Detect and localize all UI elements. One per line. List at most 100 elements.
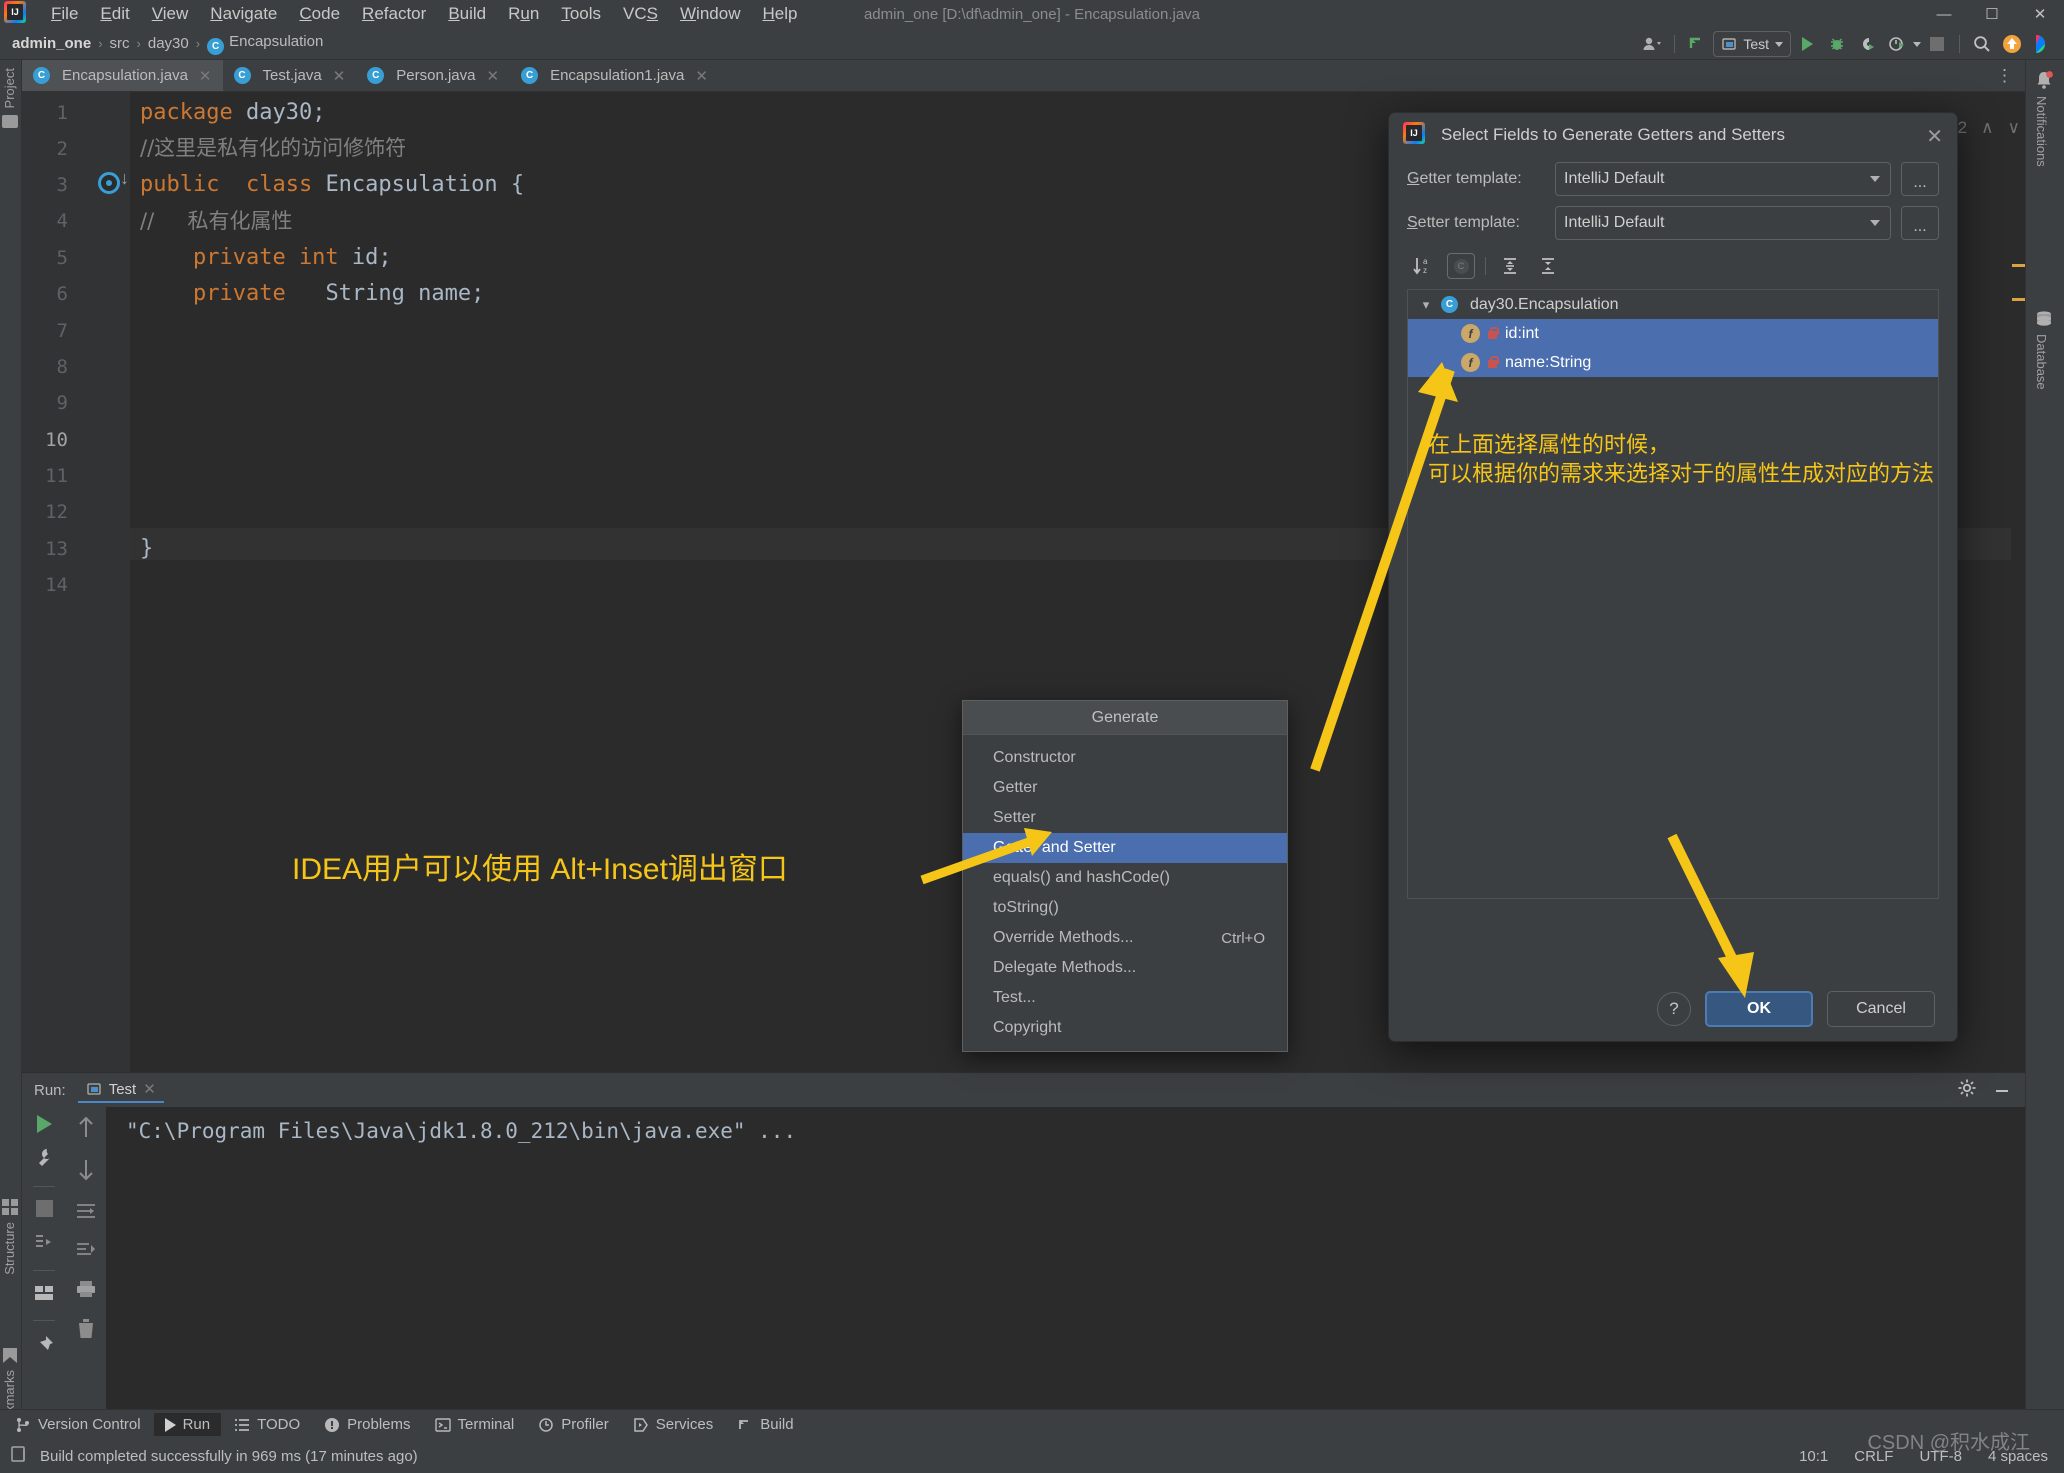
run-tool-window[interactable]: Run: Test ✕ "C:\Program Files\Java\jdk1.… xyxy=(22,1072,2025,1411)
menu-view[interactable]: View xyxy=(141,2,200,26)
rerun-failed-icon[interactable] xyxy=(33,1230,55,1257)
ok-button[interactable]: OK xyxy=(1705,991,1813,1027)
console-output[interactable]: "C:\Program Files\Java\jdk1.8.0_212\bin\… xyxy=(106,1107,2025,1411)
run-tab-test[interactable]: Test ✕ xyxy=(77,1077,164,1103)
generate-item-getter[interactable]: Getter xyxy=(963,773,1287,803)
run-configuration-selector[interactable]: Test xyxy=(1713,31,1791,57)
menu-edit[interactable]: Edit xyxy=(89,2,140,26)
menu-window[interactable]: Window xyxy=(669,2,751,26)
toolwindow-version-control[interactable]: Version Control xyxy=(4,1413,152,1436)
tab-encapsulation1-java[interactable]: C Encapsulation1.java ✕ xyxy=(510,60,719,91)
toolwindow-todo[interactable]: TODO xyxy=(223,1413,311,1436)
toolwindow-build[interactable]: Build xyxy=(726,1413,804,1436)
vcs-update-icon[interactable] xyxy=(1683,31,1711,57)
close-icon[interactable]: ✕ xyxy=(487,67,500,85)
minimize-icon[interactable] xyxy=(1993,1079,2011,1102)
ai-assistant-icon[interactable] xyxy=(2028,31,2056,57)
editor-marker-bar[interactable] xyxy=(2011,92,2025,1072)
run-class-gutter-icon[interactable] xyxy=(98,172,120,194)
show-class-icon[interactable]: C xyxy=(1447,253,1475,279)
close-icon[interactable]: ✕ xyxy=(695,67,708,85)
help-button[interactable]: ? xyxy=(1657,992,1691,1026)
getter-template-select[interactable]: IntelliJ Default xyxy=(1555,162,1891,196)
status-message[interactable]: Build completed successfully in 969 ms (… xyxy=(40,1448,418,1465)
chevron-down-icon[interactable] xyxy=(1913,41,1921,47)
tree-row-field-name[interactable]: f name:String xyxy=(1408,348,1938,377)
sidebar-item-database[interactable]: Database xyxy=(2034,310,2054,390)
close-icon[interactable]: ✕ xyxy=(333,67,346,85)
chevron-up-icon[interactable]: ∧ xyxy=(1981,118,1993,138)
stop-icon[interactable] xyxy=(35,1200,53,1217)
run-with-coverage-icon[interactable] xyxy=(1853,31,1881,57)
soft-wrap-icon[interactable] xyxy=(75,1201,97,1226)
close-icon[interactable]: ✕ xyxy=(1926,124,1943,149)
tab-encapsulation-java[interactable]: C Encapsulation.java ✕ xyxy=(22,60,223,91)
caret-position[interactable]: 10:1 xyxy=(1799,1448,1828,1465)
tab-person-java[interactable]: C Person.java ✕ xyxy=(356,60,510,91)
run-icon[interactable] xyxy=(1793,31,1821,57)
user-icon[interactable] xyxy=(1638,31,1666,57)
chevron-down-icon[interactable]: ▾ xyxy=(1418,297,1434,313)
generate-item-override-methods[interactable]: Override Methods... Ctrl+O xyxy=(963,923,1287,953)
generate-getters-setters-dialog[interactable]: Select Fields to Generate Getters and Se… xyxy=(1388,112,1958,1042)
generate-item-test[interactable]: Test... xyxy=(963,983,1287,1013)
generate-item-tostring[interactable]: toString() xyxy=(963,893,1287,923)
fields-tree[interactable]: ▾ C day30.Encapsulation f id:int f name:… xyxy=(1407,289,1939,899)
sidebar-item-structure[interactable]: Structure xyxy=(2,1199,18,1275)
menu-file[interactable]: File xyxy=(40,2,89,26)
breadcrumb-src[interactable]: src xyxy=(106,35,134,52)
generate-item-copyright[interactable]: Copyright xyxy=(963,1013,1287,1043)
tree-row-field-id[interactable]: f id:int xyxy=(1408,319,1938,348)
setter-template-select[interactable]: IntelliJ Default xyxy=(1555,206,1891,240)
sidebar-item-project[interactable]: Project xyxy=(2,68,18,129)
menu-build[interactable]: Build xyxy=(437,2,497,26)
generate-item-setter[interactable]: Setter xyxy=(963,803,1287,833)
close-icon[interactable]: ✕ xyxy=(199,67,212,85)
tree-row-class[interactable]: ▾ C day30.Encapsulation xyxy=(1408,290,1938,319)
print-icon[interactable] xyxy=(75,1279,97,1304)
generate-item-equals-hashcode[interactable]: equals() and hashCode() xyxy=(963,863,1287,893)
menu-code[interactable]: Code xyxy=(288,2,351,26)
pin-icon[interactable] xyxy=(33,1334,55,1361)
menu-run[interactable]: Run xyxy=(497,2,550,26)
search-icon[interactable] xyxy=(1968,31,1996,57)
editor-gutter[interactable]: 1 2 3 4 5 6 7 8 9 10 11 12 13 14 ↓ xyxy=(22,92,130,1072)
tab-test-java[interactable]: C Test.java ✕ xyxy=(223,60,357,91)
toolwindow-services[interactable]: Services xyxy=(622,1413,725,1436)
maximize-button[interactable]: ☐ xyxy=(1968,0,2016,28)
gear-icon[interactable] xyxy=(1957,1078,1977,1103)
breadcrumb-class[interactable]: C Encapsulation xyxy=(203,33,327,55)
menu-navigate[interactable]: Navigate xyxy=(199,2,288,26)
generate-item-delegate-methods[interactable]: Delegate Methods... xyxy=(963,953,1287,983)
setter-template-browse-button[interactable]: ... xyxy=(1901,206,1939,240)
profiler-icon[interactable] xyxy=(1883,31,1911,57)
scroll-to-end-icon[interactable] xyxy=(75,1240,97,1265)
expand-all-icon[interactable] xyxy=(1496,253,1524,279)
sidebar-item-notifications[interactable]: Notifications xyxy=(2034,70,2054,167)
generate-item-getter-and-setter[interactable]: Getter and Setter xyxy=(963,833,1287,863)
override-arrow-icon[interactable]: ↓ xyxy=(120,168,129,189)
cancel-button[interactable]: Cancel xyxy=(1827,991,1935,1027)
menu-tools[interactable]: Tools xyxy=(550,2,612,26)
tab-options-icon[interactable]: ⋮ xyxy=(1996,60,2025,91)
down-arrow-icon[interactable] xyxy=(77,1158,95,1187)
clear-all-icon[interactable] xyxy=(76,1318,96,1345)
generate-popup[interactable]: Generate Constructor Getter Setter Gette… xyxy=(962,700,1288,1052)
update-icon[interactable] xyxy=(1998,31,2026,57)
settings-wrench-icon[interactable] xyxy=(33,1146,55,1173)
toolwindow-problems[interactable]: Problems xyxy=(313,1413,421,1436)
close-icon[interactable]: ✕ xyxy=(143,1080,156,1098)
stop-icon[interactable] xyxy=(1923,31,1951,57)
getter-template-browse-button[interactable]: ... xyxy=(1901,162,1939,196)
layout-icon[interactable] xyxy=(33,1284,55,1307)
menu-help[interactable]: Help xyxy=(751,2,808,26)
chevron-down-icon[interactable]: ∨ xyxy=(2008,118,2020,138)
up-arrow-icon[interactable] xyxy=(77,1115,95,1144)
close-button[interactable]: ✕ xyxy=(2016,0,2064,28)
sort-alphabetically-icon[interactable]: az xyxy=(1409,253,1437,279)
collapse-all-icon[interactable] xyxy=(1534,253,1562,279)
toolwindow-run[interactable]: Run xyxy=(153,1413,222,1436)
breadcrumb-project[interactable]: admin_one xyxy=(0,35,95,52)
menu-refactor[interactable]: Refactor xyxy=(351,2,437,26)
editor-inspection-widget[interactable]: 2 ∧ ∨ xyxy=(1958,118,2020,138)
